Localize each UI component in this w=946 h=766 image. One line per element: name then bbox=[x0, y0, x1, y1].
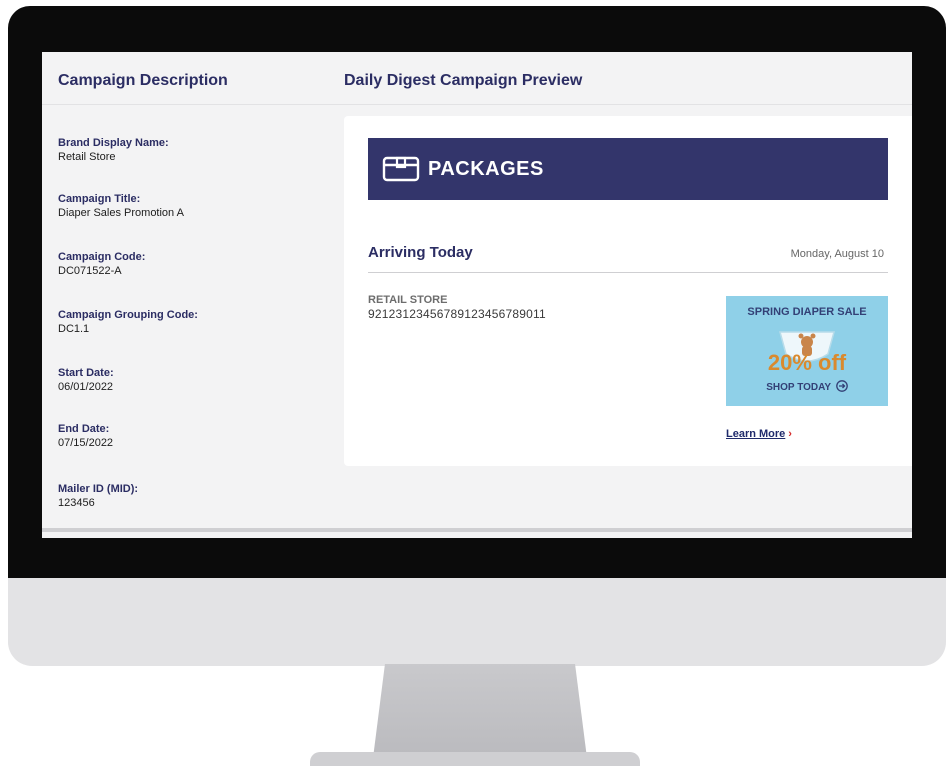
field-label: Brand Display Name: bbox=[58, 137, 169, 149]
field-label: Campaign Code: bbox=[58, 251, 146, 263]
campaign-description-title: Campaign Description bbox=[58, 72, 228, 89]
field-label: Mailer ID (MID): bbox=[58, 483, 139, 495]
field-label: End Date: bbox=[58, 423, 110, 435]
field-start-date: Start Date: 06/01/2022 bbox=[58, 366, 308, 395]
field-value: DC071522-A bbox=[58, 265, 122, 277]
screen-bottom-line bbox=[42, 528, 912, 532]
monitor-chin bbox=[8, 578, 946, 666]
digest-preview-card: PACKAGES Arriving Today Monday, August 1… bbox=[344, 116, 912, 466]
promo-discount: 20% off bbox=[767, 350, 847, 375]
header-divider bbox=[42, 104, 912, 105]
field-campaign-code: Campaign Code: DC071522-A bbox=[58, 250, 308, 279]
field-campaign-grouping-code: Campaign Grouping Code: DC1.1 bbox=[58, 308, 308, 337]
field-value: 07/15/2022 bbox=[58, 437, 114, 449]
field-label: Campaign Grouping Code: bbox=[58, 309, 198, 321]
section-divider bbox=[368, 272, 888, 273]
tracking-number: 9212312345678912345678901​1 bbox=[368, 307, 546, 321]
learn-more-label: Learn More bbox=[726, 428, 786, 440]
promo-title: SPRING DIAPER SALE bbox=[747, 306, 867, 318]
packages-label: PACKAGES bbox=[428, 157, 544, 180]
package-icon bbox=[382, 156, 420, 182]
learn-more-link[interactable]: Learn More › bbox=[726, 428, 792, 440]
field-value: Diaper Sales Promotion A bbox=[58, 207, 184, 219]
field-value: 06/01/2022 bbox=[58, 381, 114, 393]
field-brand-display-name: Brand Display Name: Retail Store bbox=[58, 136, 308, 165]
delivery-date: Monday, August 10 bbox=[790, 248, 884, 260]
store-name: RETAIL STORE bbox=[368, 294, 448, 306]
field-label: Campaign Title: bbox=[58, 193, 141, 205]
shop-today-cta[interactable]: SHOP TODAY bbox=[726, 380, 888, 393]
field-end-date: End Date: 07/15/2022 bbox=[58, 422, 308, 451]
field-value: 123456 bbox=[58, 497, 95, 509]
promo-ad[interactable]: SPRING DIAPER SALE 20% off SHOP TODAY bbox=[726, 296, 888, 406]
field-mailer-id: Mailer ID (MID): 123456 bbox=[58, 482, 308, 511]
field-value: DC1.1 bbox=[58, 323, 90, 335]
shop-today-label: SHOP TODAY bbox=[766, 382, 831, 393]
preview-title: Daily Digest Campaign Preview bbox=[344, 72, 583, 89]
chevron-right-icon: › bbox=[788, 428, 792, 440]
monitor-stand-base bbox=[310, 752, 640, 766]
field-campaign-title: Campaign Title: Diaper Sales Promotion A bbox=[58, 192, 308, 221]
field-label: Start Date: bbox=[58, 367, 114, 379]
packages-banner: PACKAGES bbox=[368, 138, 888, 200]
arriving-today-heading: Arriving Today bbox=[368, 244, 473, 261]
screen: Campaign Description Brand Display Name:… bbox=[42, 52, 912, 538]
arrow-right-circle-icon bbox=[835, 380, 848, 392]
monitor-stand bbox=[372, 664, 588, 766]
field-value: Retail Store bbox=[58, 151, 116, 163]
